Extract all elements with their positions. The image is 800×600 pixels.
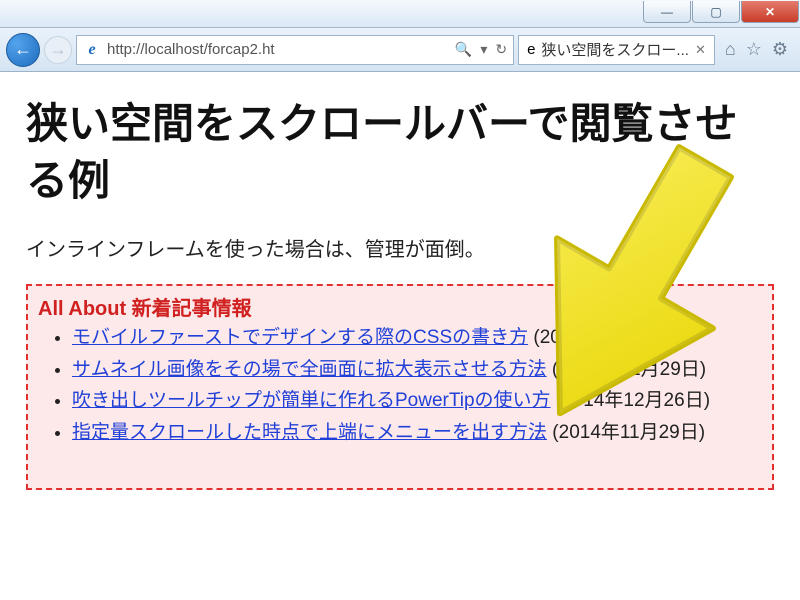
- arrow-right-icon: →: [49, 39, 67, 60]
- chevron-down-icon[interactable]: ▾: [480, 41, 487, 58]
- article-link[interactable]: 吹き出しツールチップが簡単に作れるPowerTipの使い方: [72, 390, 551, 411]
- page-title: 狭い空間をスクロールバーで閲覧させる例: [26, 96, 774, 209]
- article-date: (2014年11月29日): [552, 422, 705, 443]
- ie-icon: e: [527, 41, 535, 58]
- article-link[interactable]: サムネイル画像をその場で全画面に拡大表示させる方法: [72, 359, 547, 380]
- maximize-button[interactable]: ▢: [692, 1, 740, 23]
- ie-icon: e: [83, 41, 101, 59]
- gear-icon[interactable]: ⚙: [772, 39, 788, 60]
- news-list: モバイルファーストでデザインする際のCSSの書き方 (2015年02月20日) …: [38, 323, 768, 447]
- list-item: 指定量スクロールした時点で上端にメニューを出す方法 (2014年11月29日): [72, 418, 768, 447]
- intro-text: インラインフレームを使った場合は、管理が面倒。: [26, 233, 774, 262]
- news-heading: All About 新着記事情報: [38, 292, 768, 321]
- page-content: 狭い空間をスクロールバーで閲覧させる例 インラインフレームを使った場合は、管理が…: [0, 72, 800, 508]
- article-link[interactable]: 指定量スクロールした時点で上端にメニューを出す方法: [72, 422, 547, 443]
- search-icon[interactable]: 🔍: [455, 41, 472, 58]
- browser-tools: ⌂ ☆ ⚙: [719, 39, 794, 60]
- article-date: (2015年01月29日): [552, 359, 706, 380]
- tab-title: 狭い空間をスクロー...: [541, 39, 689, 60]
- window-titlebar: — ▢ ✕: [0, 0, 800, 28]
- back-button[interactable]: ←: [6, 33, 40, 67]
- minimize-button[interactable]: —: [643, 1, 691, 23]
- browser-tab[interactable]: e 狭い空間をスクロー... ✕: [518, 35, 715, 65]
- news-scroll-box[interactable]: All About 新着記事情報 モバイルファーストでデザインする際のCSSの書…: [26, 284, 774, 490]
- close-button[interactable]: ✕: [741, 1, 799, 23]
- browser-toolbar: ← → e http://localhost/forcap2.ht 🔍 ▾ ↻ …: [0, 28, 800, 72]
- list-item: サムネイル画像をその場で全画面に拡大表示させる方法 (2015年01月29日): [72, 355, 768, 384]
- arrow-left-icon: ←: [14, 39, 32, 60]
- article-date: (2015年02月20日): [533, 327, 687, 348]
- list-item: モバイルファーストでデザインする際のCSSの書き方 (2015年02月20日): [72, 323, 768, 352]
- favorites-icon[interactable]: ☆: [746, 39, 762, 60]
- article-link[interactable]: モバイルファーストでデザインする際のCSSの書き方: [72, 327, 528, 348]
- tab-close-icon[interactable]: ✕: [695, 42, 706, 58]
- address-bar[interactable]: e http://localhost/forcap2.ht 🔍 ▾ ↻: [76, 35, 514, 65]
- address-text: http://localhost/forcap2.ht: [107, 41, 449, 58]
- home-icon[interactable]: ⌂: [725, 39, 736, 60]
- list-item: 吹き出しツールチップが簡単に作れるPowerTipの使い方 (2014年12月2…: [72, 386, 768, 415]
- refresh-icon[interactable]: ↻: [495, 41, 507, 58]
- article-date: (2014年12月26日): [556, 390, 710, 411]
- forward-button[interactable]: →: [44, 36, 72, 64]
